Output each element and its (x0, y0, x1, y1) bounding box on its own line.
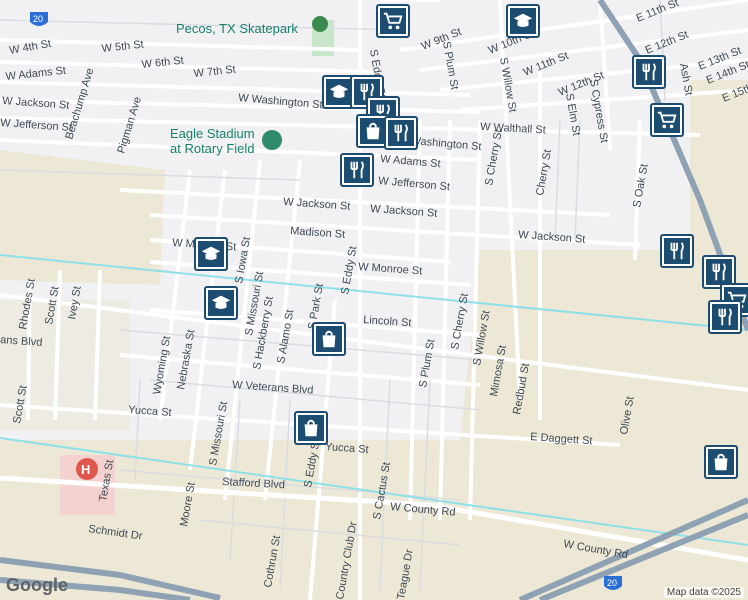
marker-shopping[interactable] (704, 445, 738, 479)
school-icon (329, 84, 349, 98)
park-icon (312, 16, 328, 32)
street-label: S Oak St (631, 163, 650, 208)
svg-text:20: 20 (607, 578, 617, 588)
restaurant-icon (394, 124, 408, 142)
marker-shopping[interactable] (294, 411, 328, 445)
marker-restaurant[interactable] (384, 116, 418, 150)
marker-restaurant[interactable] (632, 55, 666, 89)
shopping-bag-icon (366, 122, 380, 140)
street-label: W Walthall St (480, 121, 546, 136)
marker-restaurant[interactable] (660, 234, 694, 268)
marker-school[interactable] (506, 4, 540, 38)
school-icon (201, 246, 221, 260)
restaurant-icon (712, 263, 726, 281)
street-label: S Cherry St (483, 128, 505, 186)
street-label: W Jefferson St (378, 175, 451, 193)
marker-school[interactable] (204, 286, 238, 320)
marker-grocery[interactable] (650, 103, 684, 137)
school-icon (513, 13, 533, 27)
hospital-glyph: H (81, 462, 90, 477)
park-label: Pecos, TX Skatepark (176, 21, 298, 36)
street-label: W Veterans Blvd (232, 379, 314, 397)
shopping-bag-icon (304, 419, 318, 437)
stadium-icon (262, 130, 282, 150)
street-label: Cherry St (534, 149, 554, 197)
grocery-cart-icon (383, 12, 403, 30)
street-label: Wyoming St (151, 335, 173, 395)
stadium-label-line1: Eagle Stadium (170, 126, 255, 141)
google-logo: Google (6, 575, 68, 595)
stadium-label-line2: at Rotary Field (170, 141, 255, 156)
street-label: E 12th St (644, 29, 690, 57)
restaurant-icon (670, 242, 684, 260)
street-label: W Monroe St (358, 261, 423, 277)
marker-restaurant[interactable] (340, 153, 374, 187)
shopping-bag-icon (714, 453, 728, 471)
street-label: Yucca St (128, 404, 172, 419)
shopping-bag-icon (322, 330, 336, 348)
marker-grocery[interactable] (376, 4, 410, 38)
school-icon (211, 295, 231, 309)
street-label: Madison St (290, 225, 346, 241)
grocery-cart-icon (657, 111, 677, 129)
marker-restaurant[interactable] (708, 300, 742, 334)
street-label: Ash St (677, 62, 694, 96)
marker-shopping[interactable] (312, 322, 346, 356)
land-area (690, 80, 748, 250)
svg-text:20: 20 (33, 14, 43, 24)
street-label: S Alamo St (275, 309, 296, 365)
street-label: W Jackson St (2, 95, 70, 112)
street-label: W Adams St (380, 153, 441, 170)
street-label: W Adams St (5, 65, 66, 83)
marker-school[interactable] (194, 237, 228, 271)
restaurant-icon (718, 308, 732, 326)
restaurant-icon (350, 161, 364, 179)
restaurant-icon (642, 63, 656, 81)
map-attribution[interactable]: Map data ©2025 (663, 587, 744, 598)
